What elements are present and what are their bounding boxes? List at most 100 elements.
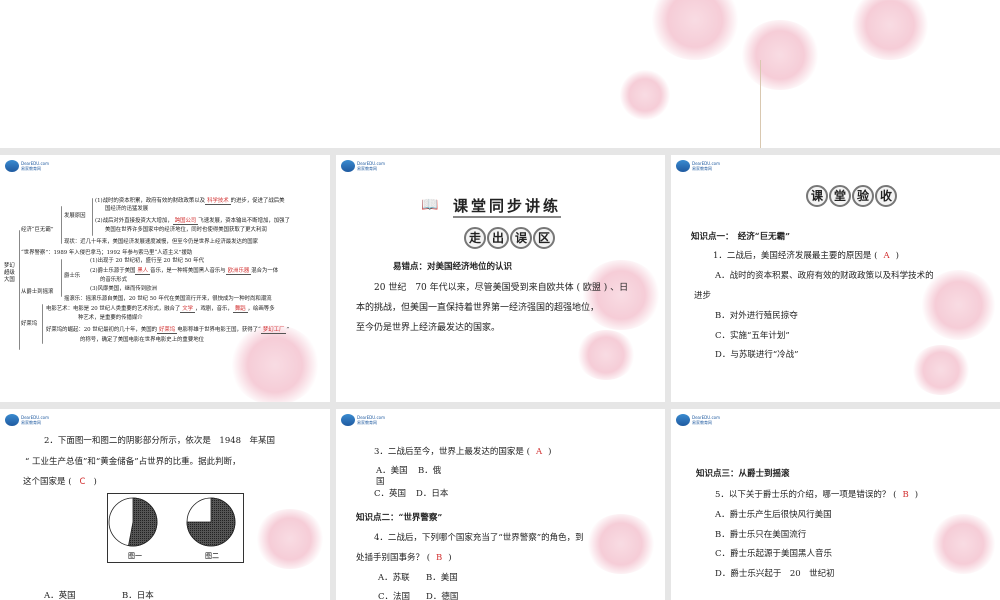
- text: (1)出现于 20 世纪初，盛行至 20 世纪 50 年代: [90, 258, 204, 264]
- logo: DearEDU.com 易家教育网: [5, 160, 49, 172]
- flower-decoration: [255, 509, 325, 569]
- answer: 舞蹈: [232, 306, 248, 313]
- logo: DearEDU.com 易家教育网: [341, 160, 385, 172]
- question-line: 2．下面图一和图二的阴影部分所示，依次是 1948 年某国: [44, 436, 276, 446]
- text: ，戏剧，音乐，: [195, 306, 233, 312]
- logo-icon: [5, 414, 19, 426]
- option-b: B．俄: [418, 466, 442, 476]
- slide-1-mindmap[interactable]: DearEDU.com 易家教育网 梦幻超级大国 经济“巨无霸” 发展原因 (1)…: [0, 155, 330, 402]
- slide-6[interactable]: DearEDU.com 易家教育网 知识点三：从爵士到摇滚 5．以下关于爵士乐的介…: [671, 409, 1000, 600]
- section-badge: 走出误区: [464, 227, 556, 249]
- flower-decoration: [586, 514, 656, 574]
- branch-economy: 经济“巨无霸”: [21, 227, 54, 233]
- logo-icon: [5, 160, 19, 172]
- slide-5[interactable]: DearEDU.com 易家教育网 3．二战后至今，世界上最发达的国家是 (A) …: [336, 409, 665, 600]
- flower-decoration: [740, 20, 820, 90]
- badge-char: 区: [533, 227, 555, 249]
- option-a: A．苏联: [378, 573, 410, 583]
- text: 的进步，促进了战后美: [230, 198, 285, 204]
- option-d: D．爵士乐兴起于 20 世纪初: [715, 569, 835, 579]
- logo-icon: [341, 160, 355, 172]
- fig2-label: 图二: [205, 552, 219, 560]
- text: (2)爵士乐源于美国: [90, 268, 136, 274]
- text: (3)风靡美国，继而传到欧洲: [90, 286, 157, 292]
- answer: A: [535, 447, 543, 457]
- fig1-label: 图一: [128, 552, 142, 560]
- option-b-cont: 国: [376, 477, 385, 487]
- flower-decoration: [911, 345, 971, 395]
- question-line: “ 工业生产总值”和“黄金储备”占世界的比重。据此判断，: [25, 457, 241, 467]
- question-line: 4．二战后，下列哪个国家充当了“世界警察”的角色，到: [374, 533, 584, 543]
- answer: 文学: [180, 306, 196, 313]
- logo-icon: [341, 414, 355, 426]
- stem: [760, 60, 761, 148]
- text: ): [914, 490, 919, 500]
- logo-subtext: 易家教育网: [21, 420, 41, 425]
- text: ): [895, 251, 899, 261]
- flower-decoration: [620, 70, 670, 120]
- text: (1)战时的资本积累，政府有效的财政政策以及: [95, 198, 206, 204]
- text: 电影艺术：电影是 20 世纪人类重要的艺术形式，融合了: [46, 306, 181, 312]
- mindmap-root: 梦幻超级大国: [4, 263, 15, 283]
- answer: 欧洲乐器: [225, 268, 252, 275]
- option-a: A．战时的资本积累、政府有效的财政政策以及科学技术的: [715, 271, 934, 281]
- answer: 科学技术: [205, 198, 231, 205]
- text: 电影称雄于世界电影王国，获得了“: [177, 327, 261, 333]
- option-b: B．美国: [426, 573, 458, 583]
- badge-char: 出: [487, 227, 509, 249]
- logo-subtext: 易家教育网: [357, 420, 377, 425]
- text: 飞速发展，资本输出不断增加，加强了: [198, 218, 290, 224]
- flower-decoration: [650, 0, 740, 60]
- badge-char: 课: [806, 185, 828, 207]
- text: 种艺术，是重要的传播媒介: [78, 315, 143, 321]
- knowledge-point: 知识点三：从爵士到摇滚: [696, 469, 790, 479]
- text: 好莱坞的崛起：20 世纪最初的几十年，美国的: [46, 327, 157, 333]
- slide-2[interactable]: DearEDU.com 易家教育网 📖 课堂同步讲练 走出误区 易错点：对美国经济…: [336, 155, 665, 402]
- badge-char: 走: [464, 227, 486, 249]
- flower-decoration: [931, 514, 996, 574]
- text: 的称号，确定了美国电影在世界电影史上的重要地位: [80, 337, 204, 343]
- answer: 跨国公司: [172, 218, 199, 225]
- paragraph-line: 20 世纪 70 年代以来，尽管美国受到来自欧共体 ( 欧盟 ) 、日: [374, 283, 629, 293]
- paragraph-line: 本的挑战，但美国一直保持着世界第一经济强国的超强地位，: [356, 303, 600, 313]
- text: ): [548, 447, 552, 457]
- book-icon: 📖: [421, 197, 439, 213]
- heading: 易错点：对美国经济地位的认识: [393, 262, 513, 272]
- text: (2)战后对外直接投资大大增加，: [95, 218, 173, 224]
- logo-subtext: 易家教育网: [357, 166, 377, 171]
- text: ): [448, 553, 452, 563]
- logo-icon: [676, 414, 690, 426]
- option-d: D．德国: [426, 592, 459, 600]
- logo: DearEDU.com 易家教育网: [341, 414, 385, 426]
- logo-icon: [676, 160, 690, 172]
- text: 混合为一体: [251, 268, 279, 274]
- logo: DearEDU.com 易家教育网: [5, 414, 49, 426]
- badge-char: 误: [510, 227, 532, 249]
- option-d: D．日本: [416, 489, 449, 499]
- slide-top-partial[interactable]: [0, 0, 1000, 148]
- option-c: C．英国: [374, 489, 407, 499]
- branch-jazz: 爵士乐: [64, 273, 81, 279]
- text: ”: [286, 327, 290, 333]
- text: 国经济的迅猛发展: [105, 206, 149, 212]
- knowledge-point: 知识点二：“世界警察”: [356, 513, 443, 523]
- knowledge-point: 知识点一： 经济“巨无霸”: [691, 232, 791, 242]
- badge-char: 收: [875, 185, 897, 207]
- text: ): [93, 477, 97, 487]
- option-c: C．法国: [378, 592, 411, 600]
- question: 3．二战后至今，世界上最发达的国家是 (: [374, 447, 530, 457]
- question-line: 处插手别国事务？ (: [356, 553, 431, 563]
- text: 现状：近几十年来，美国经济发展速度减慢，但至今仍是世界上经济最发达的国家: [64, 239, 259, 245]
- option-a-cont: 进步: [694, 291, 712, 301]
- question: 1．二战后，美国经济发展最主要的原因是 (: [713, 251, 878, 261]
- slide-4[interactable]: DearEDU.com 易家教育网 2．下面图一和图二的阴影部分所示，依次是 19…: [0, 409, 330, 600]
- logo-subtext: 易家教育网: [692, 166, 712, 171]
- flower-decoration: [850, 0, 930, 60]
- answer: C: [79, 477, 86, 487]
- text: 音乐，是一种将美国黑人音乐与: [150, 268, 226, 274]
- answer: B: [902, 490, 909, 500]
- question: 5．以下关于爵士乐的介绍，哪一项是错误的？ (: [715, 490, 897, 500]
- slide-3[interactable]: DearEDU.com 易家教育网 课堂验收 知识点一： 经济“巨无霸” 1．二战…: [671, 155, 1000, 402]
- logo-subtext: 易家教育网: [692, 420, 712, 425]
- question-line: 这个国家是 (: [23, 477, 72, 487]
